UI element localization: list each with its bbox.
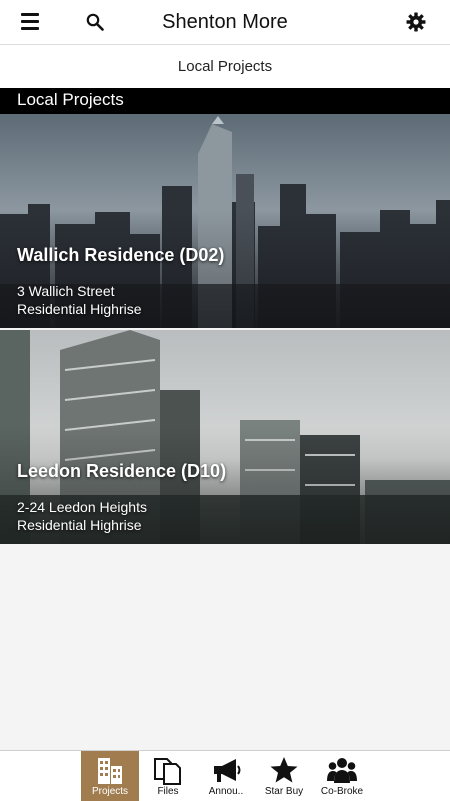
nav-files[interactable]: Files [139,751,197,801]
page-subtitle: Local Projects [0,45,450,88]
nav-label: Annou.. [208,786,244,797]
nav-label: Projects [91,786,129,797]
project-type: Residential Highrise [17,301,142,317]
app-title: Shenton More [162,11,288,33]
bottom-nav: Projects Files Annou.. Star Buy Co-Broke [0,750,450,801]
project-type: Residential Highrise [17,517,142,533]
project-name: Leedon Residence (D10) [17,461,227,481]
top-app-bar: Shenton More [0,0,450,45]
nav-label: Files [157,786,179,797]
nav-label: Star Buy [264,786,304,797]
nav-star-buy[interactable]: Star Buy [255,751,313,801]
group-icon [327,758,357,783]
project-name: Wallich Residence (D02) [17,245,225,265]
nav-projects[interactable]: Projects [81,751,139,801]
project-address: 2-24 Leedon Heights [17,499,147,515]
star-icon [270,757,298,783]
project-address: 3 Wallich Street [17,283,115,299]
nav-co-broke[interactable]: Co-Broke [313,751,371,801]
project-card-wallich[interactable]: Wallich Residence (D02) 3 Wallich Street… [0,114,450,328]
section-title: Local Projects [0,88,450,114]
project-card-leedon[interactable]: Leedon Residence (D10) 2-24 Leedon Heigh… [0,330,450,544]
nav-label: Co-Broke [320,786,364,797]
megaphone-icon [214,759,241,782]
buildings-icon [98,758,122,784]
nav-announcements[interactable]: Annou.. [197,751,255,801]
gear-icon[interactable] [406,12,426,32]
files-icon [154,758,181,785]
